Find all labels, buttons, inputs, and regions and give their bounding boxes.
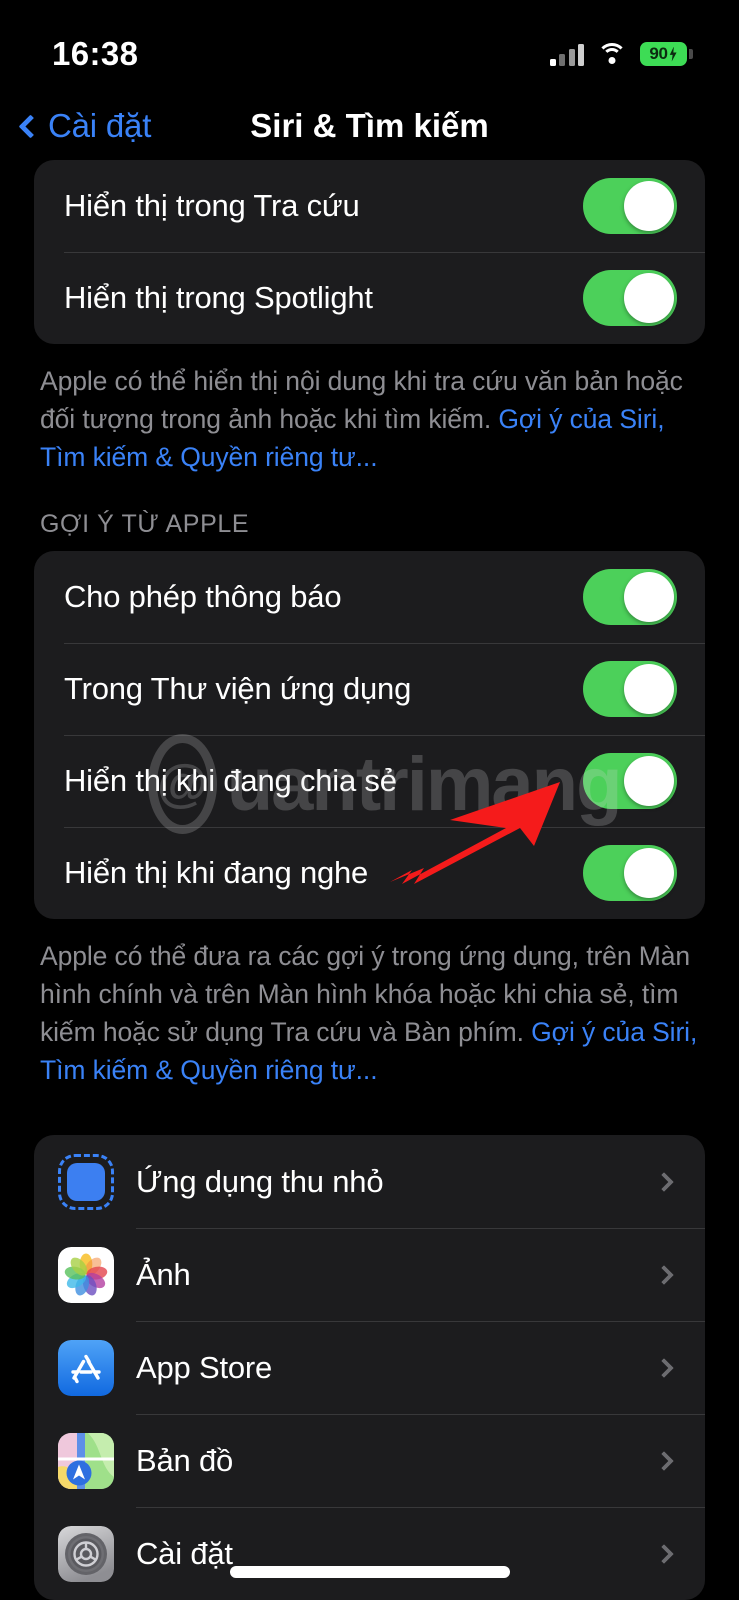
- iphone-screen: 16:38 90 Cài đặt Siri & Tìm kiếm Hiển th…: [0, 0, 739, 1600]
- battery-percent-label: 90: [649, 44, 668, 63]
- display-options-group: Hiển thị trong Tra cứu Hiển thị trong Sp…: [34, 160, 705, 344]
- apple-suggestions-footer: Apple có thể đưa ra các gợi ý trong ứng …: [0, 919, 739, 1089]
- row-in-app-library[interactable]: Trong Thư viện ứng dụng: [34, 643, 705, 735]
- row-label: Hiển thị khi đang chia sẻ: [64, 763, 397, 798]
- chevron-right-icon: [654, 1357, 674, 1378]
- maps-icon: [58, 1432, 114, 1489]
- section-header-suggestions: GỢI Ý TỪ APPLE: [40, 510, 250, 538]
- back-button[interactable]: Cài đặt: [18, 107, 152, 145]
- app-list-group: Ứng dụng thu nhỏ Ảnh App Store Bản đồ Cà…: [34, 1135, 705, 1600]
- app-store-icon: [58, 1339, 114, 1396]
- chevron-right-icon: [654, 1264, 674, 1285]
- row-label: Trong Thư viện ứng dụng: [64, 671, 412, 706]
- status-bar: 16:38 90: [0, 0, 739, 92]
- toggle-show-when-listening[interactable]: [583, 845, 677, 901]
- settings-gear-icon: [58, 1525, 114, 1582]
- row-show-when-listening[interactable]: Hiển thị khi đang nghe: [34, 827, 705, 919]
- row-show-when-sharing[interactable]: Hiển thị khi đang chia sẻ: [34, 735, 705, 827]
- app-clips-icon: [58, 1153, 114, 1210]
- app-row-settings[interactable]: Cài đặt: [34, 1507, 705, 1600]
- battery-icon: 90: [640, 42, 693, 66]
- row-show-in-lookup[interactable]: Hiển thị trong Tra cứu: [34, 160, 705, 252]
- app-row-app-store[interactable]: App Store: [34, 1321, 705, 1414]
- photos-icon: [58, 1246, 114, 1303]
- row-label: Hiển thị trong Tra cứu: [64, 188, 360, 223]
- app-row-photos[interactable]: Ảnh: [34, 1228, 705, 1321]
- wifi-icon: [597, 43, 627, 65]
- toggle-show-in-spotlight[interactable]: [583, 270, 677, 326]
- home-indicator: [229, 1566, 510, 1578]
- chevron-right-icon: [654, 1450, 674, 1471]
- charging-bolt-icon: [669, 46, 677, 62]
- photos-icon-glyph: [58, 1246, 114, 1303]
- status-bar-clock: 16:38: [52, 35, 139, 72]
- status-bar-indicators: 90: [549, 42, 693, 66]
- toggle-show-in-lookup[interactable]: [583, 178, 677, 234]
- back-button-label: Cài đặt: [48, 107, 152, 144]
- cellular-signal-icon: [549, 43, 584, 66]
- page-title: Siri & Tìm kiếm: [250, 107, 489, 144]
- toggle-allow-notifications[interactable]: [583, 569, 677, 625]
- app-row-label: Ứng dụng thu nhỏ: [136, 1163, 384, 1199]
- app-row-app-clips[interactable]: Ứng dụng thu nhỏ: [34, 1135, 705, 1228]
- toggle-in-app-library[interactable]: [583, 661, 677, 717]
- chevron-right-icon: [654, 1543, 674, 1564]
- app-row-label: Ảnh: [136, 1256, 191, 1292]
- row-label: Hiển thị trong Spotlight: [64, 280, 373, 315]
- row-show-in-spotlight[interactable]: Hiển thị trong Spotlight: [34, 252, 705, 344]
- settings-scroll-view[interactable]: Hiển thị trong Tra cứu Hiển thị trong Sp…: [0, 160, 739, 1600]
- row-label: Hiển thị khi đang nghe: [64, 855, 369, 890]
- app-row-label: App Store: [136, 1349, 273, 1385]
- display-options-footer: Apple có thể hiển thị nội dung khi tra c…: [0, 344, 739, 476]
- row-label: Cho phép thông báo: [64, 579, 342, 614]
- row-allow-notifications[interactable]: Cho phép thông báo: [34, 551, 705, 643]
- maps-icon-glyph: [58, 1432, 114, 1489]
- chevron-left-icon: [18, 114, 43, 139]
- app-row-maps[interactable]: Bản đồ: [34, 1414, 705, 1507]
- settings-gear-icon-glyph: [58, 1525, 114, 1582]
- chevron-right-icon: [654, 1171, 674, 1192]
- app-row-label: Bản đồ: [136, 1442, 234, 1478]
- apple-suggestions-group: Cho phép thông báo Trong Thư viện ứng dụ…: [34, 551, 705, 919]
- navigation-bar: Cài đặt Siri & Tìm kiếm: [0, 92, 739, 160]
- toggle-show-when-sharing[interactable]: [583, 753, 677, 809]
- app-store-icon-glyph: [58, 1339, 114, 1396]
